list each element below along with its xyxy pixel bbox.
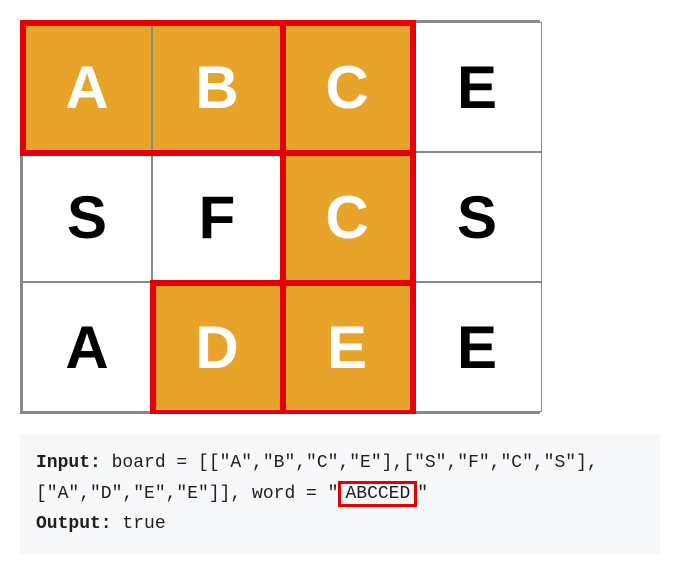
output-label: Output:	[36, 514, 112, 534]
highlighted-word: ABCCED	[338, 481, 417, 507]
input-label: Input:	[36, 453, 101, 473]
input-line-1: Input: board = [["A","B","C","E"],["S","…	[36, 448, 644, 479]
cell-2-2: E	[282, 282, 412, 412]
cell-0-2: C	[282, 22, 412, 152]
output-value: true	[112, 514, 166, 534]
input-line-2: ["A","D","E","E"]], word = "ABCCED"	[36, 479, 644, 510]
input-board-2: ["A","D","E","E"]], word =	[36, 484, 328, 504]
cell-1-0: S	[22, 152, 152, 282]
cell-1-3: S	[412, 152, 542, 282]
cell-1-2: C	[282, 152, 412, 282]
cell-0-3: E	[412, 22, 542, 152]
cell-2-3: E	[412, 282, 542, 412]
input-board-1: board = [["A","B","C","E"],["S","F","C",…	[101, 453, 598, 473]
quote-close: "	[417, 484, 428, 504]
word-search-grid: A B C E S F C S A D E E	[20, 20, 540, 414]
grid-container: A B C E S F C S A D E E	[20, 20, 540, 414]
output-line: Output: true	[36, 509, 644, 540]
quote-open: "	[328, 484, 339, 504]
cell-2-0: A	[22, 282, 152, 412]
cell-0-0: A	[22, 22, 152, 152]
cell-0-1: B	[152, 22, 282, 152]
cell-2-1: D	[152, 282, 282, 412]
cell-1-1: F	[152, 152, 282, 282]
io-block: Input: board = [["A","B","C","E"],["S","…	[20, 434, 660, 554]
